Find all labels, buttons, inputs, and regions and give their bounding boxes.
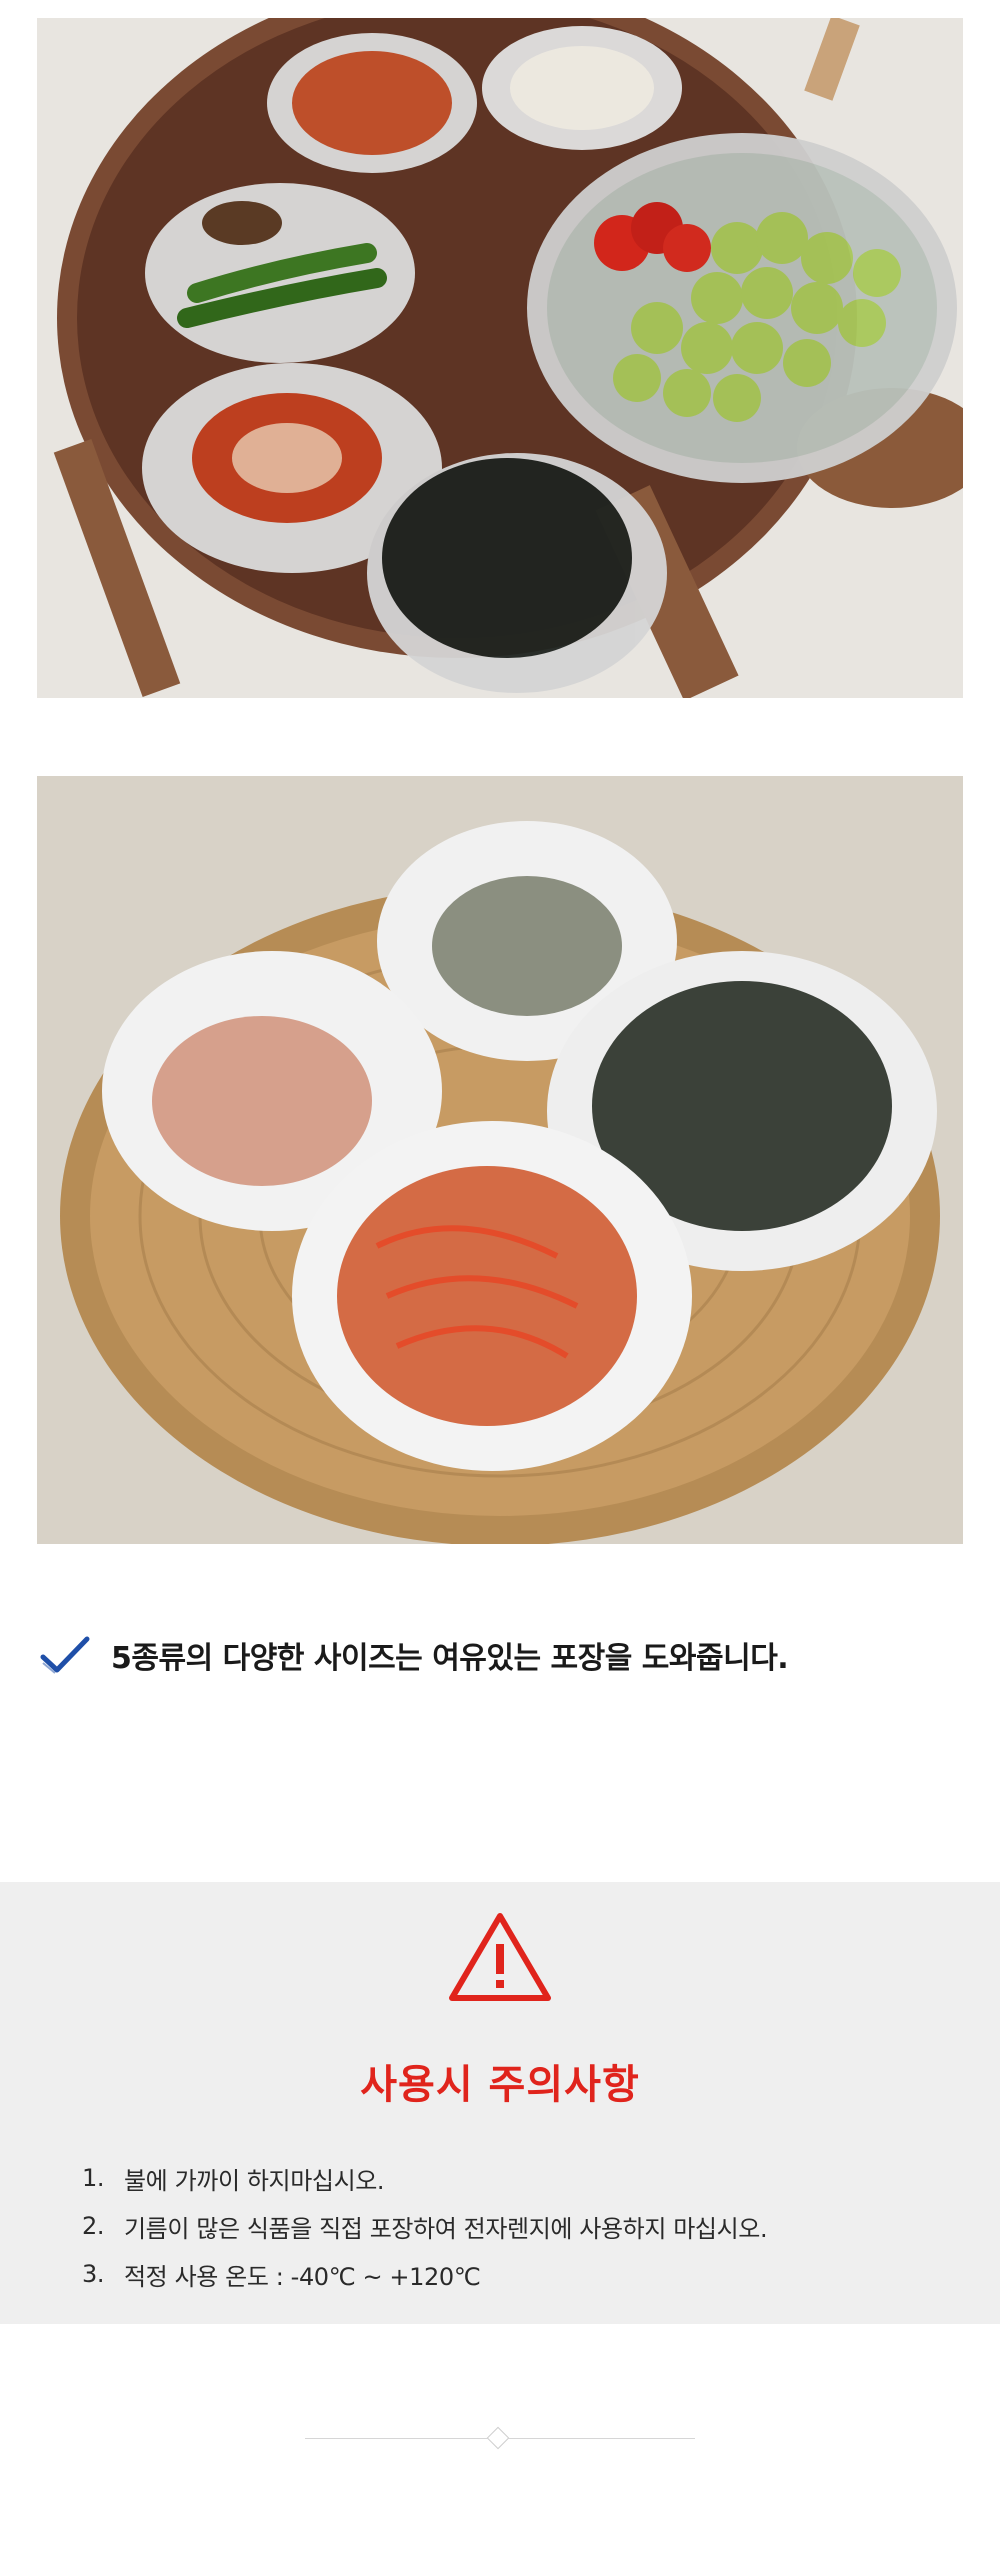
basket-photo-illustration: [37, 776, 963, 1544]
caution-item-number: 2.: [82, 2212, 105, 2240]
caution-item: 3. 적정 사용 온도 : -40℃ ~ +120℃: [82, 2250, 767, 2298]
caution-item-number: 3.: [82, 2260, 105, 2288]
feature-line: 5종류의 다양한 사이즈는 여유있는 포장을 도와줍니다.: [37, 1630, 789, 1680]
caution-item-number: 1.: [82, 2164, 105, 2192]
table-photo-illustration: [37, 18, 963, 698]
warning-icon: [449, 1913, 551, 2001]
checkmark-icon: [40, 1636, 90, 1674]
diamond-icon: [486, 2426, 510, 2450]
caution-list: 1. 불에 가까이 하지마십시오. 2. 기름이 많은 식품을 직접 포장하여 …: [82, 2154, 768, 2298]
feature-text: 5종류의 다양한 사이즈는 여유있는 포장을 도와줍니다.: [111, 1641, 789, 1676]
caution-title: 사용시 주의사항: [360, 2062, 640, 2108]
caution-item-text: 기름이 많은 식품을 직접 포장하여 전자렌지에 사용하지 마십시오.: [124, 2214, 768, 2243]
product-detail-page: 5종류의 다양한 사이즈는 여유있는 포장을 도와줍니다. 사용시 주의사항 1…: [0, 0, 1000, 2561]
product-photo-table: [37, 18, 963, 698]
caution-item: 1. 불에 가까이 하지마십시오.: [82, 2154, 767, 2202]
product-photo-basket: [37, 776, 963, 1544]
caution-item-text: 적정 사용 온도 : -40℃ ~ +120℃: [124, 2262, 481, 2291]
caution-item: 2. 기름이 많은 식품을 직접 포장하여 전자렌지에 사용하지 마십시오.: [82, 2202, 768, 2250]
caution-item-text: 불에 가까이 하지마십시오.: [124, 2166, 385, 2195]
caution-panel: 사용시 주의사항 1. 불에 가까이 하지마십시오. 2. 기름이 많은 식품을…: [0, 1882, 1000, 2324]
